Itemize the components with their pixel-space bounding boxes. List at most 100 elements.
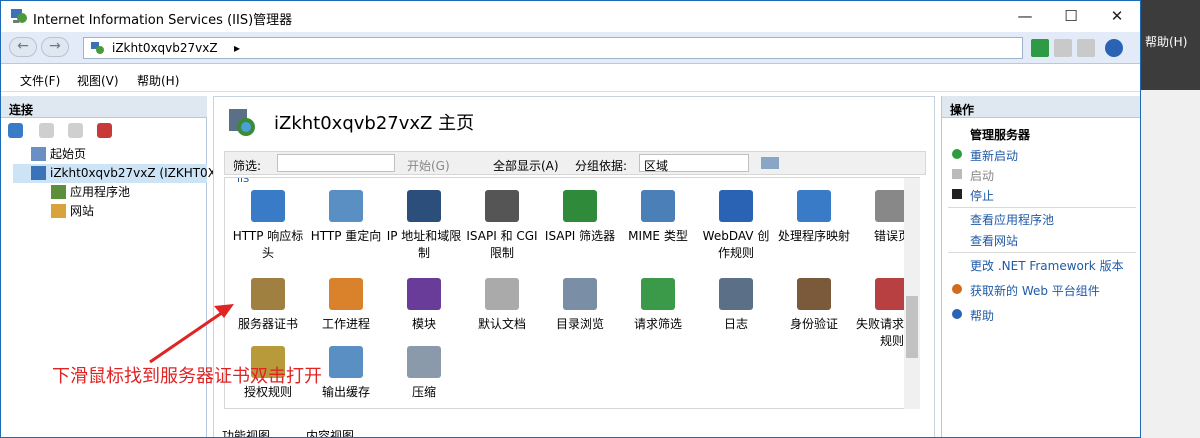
feature-label: 工作进程 bbox=[321, 317, 370, 331]
feature-label: MIME 类型 bbox=[628, 229, 688, 243]
help-label: 帮助 bbox=[970, 309, 995, 323]
restart-label: 重新启动 bbox=[970, 149, 1019, 163]
feature-label: 服务器证书 bbox=[237, 317, 298, 331]
feature-icon bbox=[485, 278, 519, 310]
feature-label: 目录浏览 bbox=[555, 317, 604, 331]
start-icon bbox=[952, 169, 962, 179]
connections-header: 连接 bbox=[1, 96, 207, 118]
group-by-label: 分组依据: bbox=[575, 159, 628, 173]
close-button[interactable]: ✕ bbox=[1097, 5, 1137, 29]
feature-tile[interactable]: 服务器证书 bbox=[230, 278, 306, 333]
feature-icon bbox=[329, 190, 363, 222]
tab-features-view[interactable]: 功能视图 bbox=[222, 427, 270, 437]
feature-icon bbox=[407, 190, 441, 222]
server-icon bbox=[31, 166, 46, 180]
feature-icon bbox=[329, 346, 363, 378]
menu-bar: 文件(F) 视图(V) 帮助(H) bbox=[1, 65, 1140, 92]
filter-label: 筛选: bbox=[233, 159, 262, 173]
breadcrumb-chevron-icon[interactable]: ▸ bbox=[234, 41, 240, 55]
feature-tile[interactable]: 默认文档 bbox=[464, 278, 540, 333]
view-mode-icon[interactable] bbox=[761, 157, 779, 169]
menu-file[interactable]: 文件(F) bbox=[20, 72, 60, 89]
disconnect-icon[interactable] bbox=[97, 123, 112, 138]
stop-icon bbox=[952, 189, 962, 199]
feature-icon bbox=[797, 278, 831, 310]
connect-icon[interactable] bbox=[8, 123, 23, 138]
maximize-button[interactable]: ☐ bbox=[1051, 5, 1091, 29]
annotation-text: 下滑鼠标找到服务器证书双击打开 bbox=[52, 366, 322, 387]
feature-tile[interactable]: 目录浏览 bbox=[542, 278, 618, 333]
start-label: 启动 bbox=[970, 169, 995, 183]
home-icon[interactable] bbox=[1077, 39, 1095, 57]
breadcrumb-server[interactable]: iZkht0xqvb27vxZ bbox=[112, 41, 218, 55]
background-menu-help[interactable]: 帮助(H) bbox=[1141, 0, 1200, 90]
view-sites-label: 查看网站 bbox=[970, 234, 1019, 248]
section-label: IIS bbox=[237, 177, 250, 185]
separator bbox=[948, 252, 1136, 253]
feature-label: 模块 bbox=[411, 317, 436, 331]
start-filter-button[interactable]: 开始(G) bbox=[407, 157, 450, 174]
feature-icon bbox=[329, 278, 363, 310]
feature-tile[interactable]: 处理程序映射 bbox=[776, 190, 852, 245]
help-icon[interactable] bbox=[1105, 39, 1123, 57]
save-icon[interactable] bbox=[39, 123, 54, 138]
feature-grid: IIS HTTP 响应标头 HTTP 重定向 IP 地址和域限制 ISAPI 和 CG… bbox=[224, 177, 920, 409]
title-bar: Internet Information Services (IIS)管理器 —… bbox=[1, 1, 1140, 32]
manage-server-label: 管理服务器 bbox=[970, 128, 1031, 142]
vertical-scrollbar[interactable] bbox=[904, 178, 920, 409]
stop-label: 停止 bbox=[970, 189, 995, 203]
stop-icon[interactable] bbox=[1054, 39, 1072, 57]
feature-label: 处理程序映射 bbox=[777, 229, 850, 243]
feature-tile[interactable]: ISAPI 和 CGI 限制 bbox=[464, 190, 540, 262]
feature-tile[interactable]: ISAPI 筛选器 bbox=[542, 190, 618, 245]
feature-icon bbox=[485, 190, 519, 222]
feature-tile[interactable]: 工作进程 bbox=[308, 278, 384, 333]
actions-header: 操作 bbox=[942, 96, 1140, 118]
group-by-value: 区域 bbox=[644, 159, 669, 173]
back-arrow-icon[interactable]: ← bbox=[9, 37, 37, 57]
feature-tile[interactable]: MIME 类型 bbox=[620, 190, 696, 245]
feature-label: HTTP 重定向 bbox=[310, 229, 382, 243]
scrollbar-thumb[interactable] bbox=[906, 296, 918, 358]
feature-label: 请求筛选 bbox=[633, 317, 682, 331]
feature-tile[interactable]: HTTP 响应标头 bbox=[230, 190, 306, 262]
feature-icon bbox=[797, 190, 831, 222]
feature-tile[interactable]: WebDAV 创作规则 bbox=[698, 190, 774, 262]
feature-label: 默认文档 bbox=[477, 317, 526, 331]
up-level-icon[interactable] bbox=[68, 123, 83, 138]
feature-tile[interactable]: 模块 bbox=[386, 278, 462, 333]
sites-folder-icon bbox=[51, 204, 66, 218]
feature-label: HTTP 响应标头 bbox=[232, 229, 304, 260]
filter-input[interactable] bbox=[277, 154, 395, 172]
address-bar: ← → iZkht0xqvb27vxZ ▸ bbox=[1, 32, 1140, 64]
group-by-select[interactable]: 区域 bbox=[639, 154, 749, 173]
feature-tile[interactable]: 身份验证 bbox=[776, 278, 852, 333]
forward-arrow-icon[interactable]: → bbox=[41, 37, 69, 57]
feature-tile[interactable]: 日志 bbox=[698, 278, 774, 333]
tab-content-view[interactable]: 内容视图 bbox=[306, 427, 354, 437]
feature-icon bbox=[641, 190, 675, 222]
feature-label: 压缩 bbox=[411, 385, 436, 399]
feature-tile[interactable]: 请求筛选 bbox=[620, 278, 696, 333]
feature-tile[interactable]: IP 地址和域限制 bbox=[386, 190, 462, 262]
minimize-button[interactable]: — bbox=[1005, 5, 1045, 29]
feature-icon bbox=[251, 278, 285, 310]
feature-label: IP 地址和域限制 bbox=[386, 229, 462, 260]
tree-item-server[interactable]: iZkht0xqvb27vxZ (IZKHT0X bbox=[13, 164, 216, 183]
refresh-icon[interactable] bbox=[1031, 39, 1049, 57]
connections-toolbar bbox=[1, 119, 207, 143]
page-title: iZkht0xqvb27vxZ 主页 bbox=[274, 113, 475, 134]
feature-tile[interactable]: 压缩 bbox=[386, 346, 462, 401]
feature-tile[interactable]: HTTP 重定向 bbox=[308, 190, 384, 245]
tree-item-label: 起始页 bbox=[50, 147, 87, 161]
menu-view[interactable]: 视图(V) bbox=[77, 72, 119, 89]
server-icon bbox=[91, 42, 104, 54]
feature-label: 身份验证 bbox=[789, 317, 838, 331]
feature-label: ISAPI 和 CGI 限制 bbox=[466, 229, 538, 260]
start-page-icon bbox=[31, 147, 46, 161]
show-all-button[interactable]: 全部显示(A) bbox=[493, 157, 559, 174]
menu-help[interactable]: 帮助(H) bbox=[137, 72, 179, 89]
feature-icon bbox=[563, 278, 597, 310]
breadcrumb[interactable]: iZkht0xqvb27vxZ ▸ bbox=[83, 37, 1023, 59]
tree-item-label: 应用程序池 bbox=[70, 185, 131, 199]
